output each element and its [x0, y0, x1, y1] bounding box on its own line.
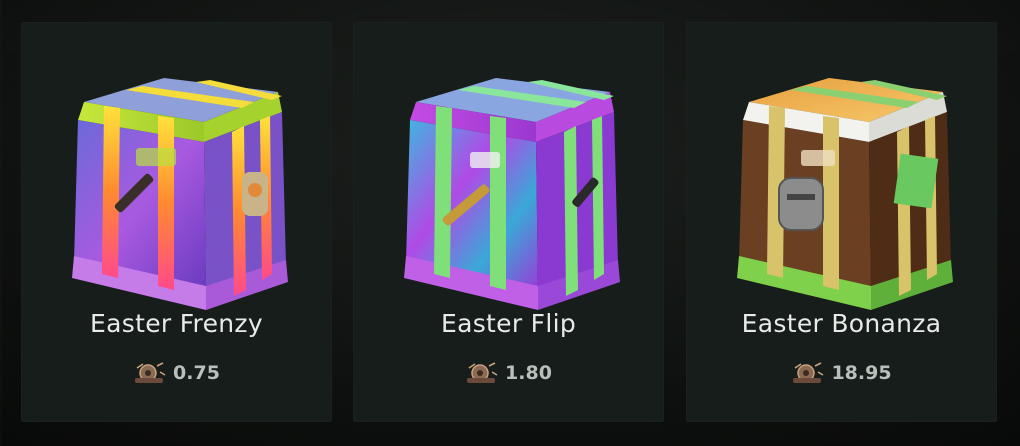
- case-price: 1.80: [505, 362, 552, 384]
- easter-flip-crate-image: [404, 78, 620, 310]
- case-price: 0.75: [173, 362, 220, 384]
- case-card-easter-frenzy[interactable]: Easter Frenzy 0.75: [21, 22, 332, 422]
- case-card-easter-flip[interactable]: Easter Flip 1.80: [353, 22, 664, 422]
- price-row: 0.75: [21, 360, 332, 386]
- case-price: 18.95: [831, 362, 892, 384]
- case-title: Easter Flip: [441, 309, 576, 338]
- case-card-easter-bonanza[interactable]: Easter Bonanza 18.95: [686, 22, 997, 422]
- scrap-icon: [793, 362, 824, 383]
- price-row: 18.95: [686, 360, 997, 386]
- price-row: 1.80: [353, 360, 664, 386]
- easter-frenzy-crate-image: [72, 78, 288, 310]
- case-title: Easter Frenzy: [90, 309, 263, 338]
- scrap-icon: [467, 362, 498, 383]
- scrap-icon: [135, 362, 166, 383]
- easter-bonanza-crate-image: [737, 78, 953, 310]
- case-title: Easter Bonanza: [741, 309, 942, 338]
